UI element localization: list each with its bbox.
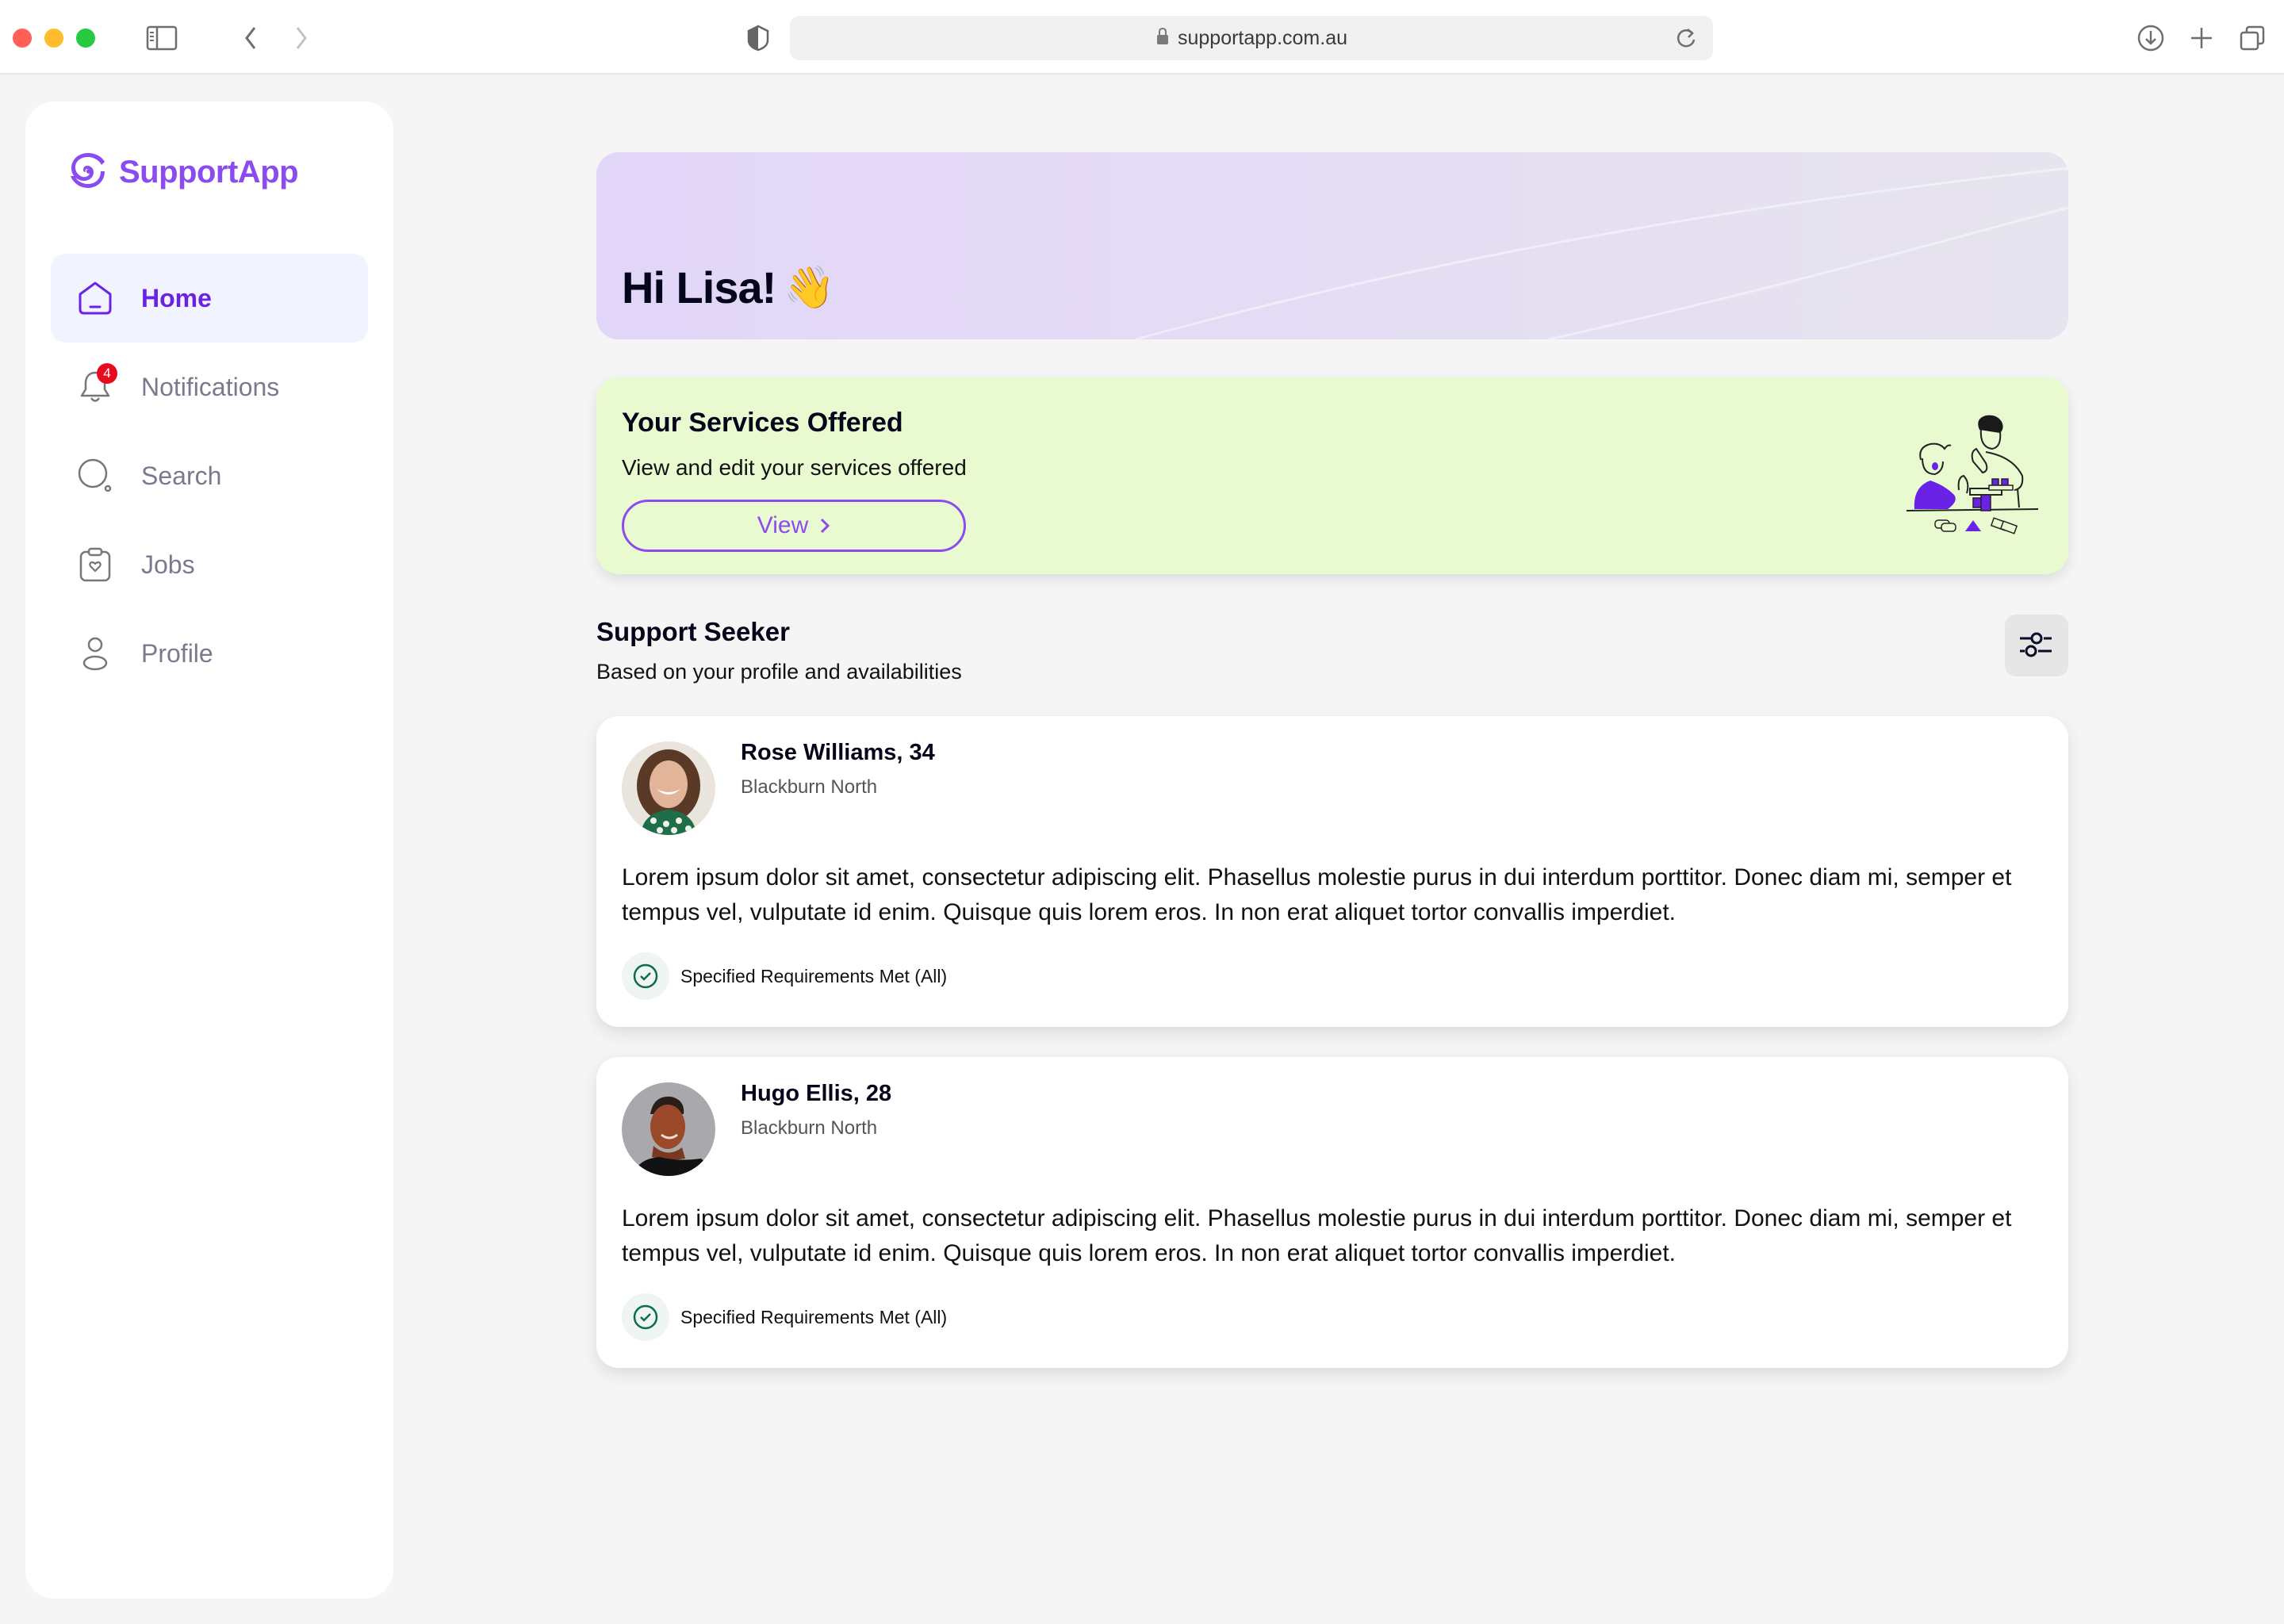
sliders-icon — [2018, 629, 2055, 663]
view-services-button[interactable]: View — [622, 500, 966, 552]
sidebar-item-label: Home — [141, 283, 212, 312]
sidebar-item-profile[interactable]: Profile — [51, 609, 368, 698]
chevron-left-icon[interactable] — [235, 22, 266, 54]
greeting-banner: Hi Lisa! 👋 — [596, 152, 2068, 339]
support-seeker-title: Support Seeker — [596, 617, 790, 646]
person-location: Blackburn North — [741, 776, 878, 798]
chevron-right-icon[interactable] — [286, 22, 317, 54]
minimize-window-button[interactable] — [44, 29, 63, 48]
sidebar-item-label: Jobs — [141, 550, 195, 579]
lock-icon — [1155, 27, 1170, 50]
sidebar: SupportApp Home 4 Notifications Search J… — [25, 102, 393, 1599]
check-circle-icon — [622, 952, 669, 1000]
support-seeker-card[interactable]: Rose Williams, 34 Blackburn North Lorem … — [596, 716, 2068, 1027]
chevron-right-icon — [819, 517, 830, 534]
sidebar-item-label: Search — [141, 461, 222, 490]
person-name[interactable]: Rose Williams, 34 — [741, 740, 935, 766]
notification-badge: 4 — [97, 363, 117, 384]
greeting-text: Hi Lisa! — [622, 262, 776, 312]
person-description: Lorem ipsum dolor sit amet, consectetur … — [622, 1205, 2012, 1266]
tab-overview-icon[interactable] — [2236, 22, 2268, 54]
waving-hand-icon: 👋 — [784, 265, 835, 311]
requirements-text: Specified Requirements Met (All) — [680, 965, 948, 986]
person-location: Blackburn North — [741, 1117, 878, 1139]
sidebar-item-notifications[interactable]: 4 Notifications — [51, 343, 368, 431]
person-description: Lorem ipsum dolor sit amet, consectetur … — [622, 864, 2012, 925]
supportapp-logo-icon — [68, 151, 108, 194]
filter-button[interactable] — [2005, 615, 2068, 676]
view-button-label: View — [757, 512, 809, 538]
person-name[interactable]: Hugo Ellis, 28 — [741, 1081, 891, 1107]
home-icon — [76, 279, 114, 317]
avatar — [622, 1082, 715, 1176]
sidebar-item-home[interactable]: Home — [51, 254, 368, 343]
sidebar-item-jobs[interactable]: Jobs — [51, 520, 368, 609]
services-title: Your Services Offered — [622, 408, 903, 438]
check-circle-icon — [622, 1293, 669, 1341]
services-subtitle: View and edit your services offered — [622, 455, 967, 480]
logo[interactable]: SupportApp — [68, 151, 299, 194]
brand-name: SupportApp — [119, 155, 299, 190]
requirements-status: Specified Requirements Met (All) — [622, 1293, 947, 1341]
bell-icon: 4 — [76, 363, 117, 406]
sidebar-item-search[interactable]: Search — [51, 431, 368, 520]
requirements-status: Specified Requirements Met (All) — [622, 952, 947, 1000]
support-seeker-subtitle: Based on your profile and availabilities — [596, 660, 962, 684]
sidebar-toggle-icon[interactable] — [146, 22, 178, 54]
people-playing-blocks-illustration — [1903, 412, 2043, 539]
search-icon — [76, 457, 114, 495]
greeting-heading: Hi Lisa! 👋 — [622, 262, 835, 313]
requirements-text: Specified Requirements Met (All) — [680, 1306, 948, 1327]
shield-icon[interactable] — [742, 22, 774, 54]
user-icon — [76, 634, 114, 672]
clipboard-heart-icon — [76, 546, 114, 584]
support-seeker-card[interactable]: Hugo Ellis, 28 Blackburn North Lorem ips… — [596, 1057, 2068, 1368]
download-icon[interactable] — [2135, 22, 2167, 54]
sidebar-item-label: Profile — [141, 638, 213, 668]
sidebar-item-label: Notifications — [141, 372, 280, 401]
maximize-window-button[interactable] — [76, 29, 95, 48]
url-text: supportapp.com.au — [1177, 26, 1348, 49]
address-bar[interactable]: supportapp.com.au — [790, 16, 1713, 60]
reload-icon[interactable] — [1672, 24, 1700, 52]
plus-icon[interactable] — [2186, 22, 2217, 54]
services-offered-card: Your Services Offered View and edit your… — [596, 377, 2068, 574]
close-window-button[interactable] — [13, 29, 32, 48]
browser-toolbar: supportapp.com.au — [0, 0, 2284, 75]
avatar — [622, 741, 715, 835]
